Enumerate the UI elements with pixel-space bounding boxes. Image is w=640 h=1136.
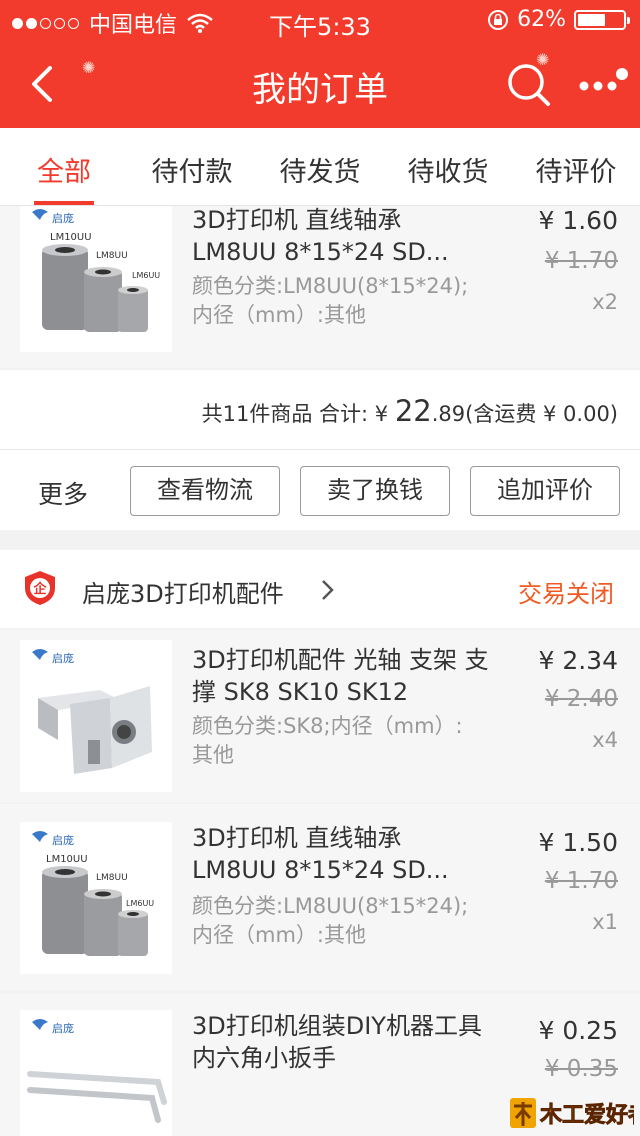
tab-pending-review[interactable]: 待评价 [512, 150, 640, 189]
product-quantity: x2 [592, 290, 618, 314]
product-sku: 颜色分类:SK8;内径（mm）:其他 [192, 714, 463, 767]
total-amount-dec: .89 [431, 402, 466, 426]
svg-text:启庞: 启庞 [52, 1021, 74, 1035]
product-title: 3D打印机配件 光轴 支架 支撑 SK8 SK10 SK12 [192, 646, 489, 706]
product-price: ¥ 2.34 [538, 646, 618, 675]
product-sku: 颜色分类:LM8UU(8*15*24);内径（mm）:其他 [192, 894, 469, 947]
shaft-support-image: 启庞 [20, 640, 172, 792]
tab-pending-shipment[interactable]: 待发货 [256, 150, 384, 189]
linear-bearing-image: 启庞 LM10UU LM8UU LM6UU [20, 206, 172, 352]
product-price: ¥ 1.50 [538, 828, 618, 857]
product-original-price: ¥ 0.35 [544, 1056, 618, 1082]
active-tab-indicator [34, 201, 94, 205]
svg-text:LM10UU: LM10UU [46, 854, 88, 865]
rotation-lock-icon [488, 9, 509, 30]
shipping-fee: (含运费 ¥ 0.00) [465, 402, 618, 426]
product-thumbnail: 启庞 [20, 640, 172, 792]
battery-fill [578, 13, 606, 26]
shop-header[interactable]: 企 启庞3D打印机配件 交易关闭 [0, 550, 640, 628]
nav-bar: ✺ 我的订单 ✺ [0, 40, 640, 128]
order-actions: 更多 查看物流 卖了换钱 追加评价 [0, 450, 640, 530]
product-thumbnail: 启庞 LM10UU LM8UU LM6UU [20, 822, 172, 974]
more-link[interactable]: 更多 [38, 475, 88, 511]
order-status: 交易关闭 [518, 580, 614, 608]
resell-button[interactable]: 卖了换钱 [300, 466, 450, 516]
watermark-icon: 木工爱好者 [510, 1098, 640, 1128]
svg-text:启庞: 启庞 [52, 211, 74, 225]
loading-spinner-icon: ✺ [536, 50, 550, 69]
product-title: 3D打印机 直线轴承 LM8UU 8*15*24 SD... [192, 824, 449, 884]
order-total: 共11件商品 合计: ¥ 22.89(含运费 ¥ 0.00) [202, 394, 618, 428]
more-dots-icon[interactable] [578, 66, 630, 102]
product-title: 3D打印机组装DIY机器工具 内六角小扳手 [192, 1012, 482, 1072]
total-amount-int: 22 [394, 394, 432, 428]
order-summary: 共11件商品 合计: ¥ 22.89(含运费 ¥ 0.00) [0, 370, 640, 450]
status-bar: 中国电信 下午5:33 62% [0, 0, 640, 41]
product-thumbnail: 启庞 LM10UU LM8UU LM6UU [20, 206, 172, 352]
svg-text:LM6UU: LM6UU [126, 899, 154, 908]
product-sku: 颜色分类:LM8UU(8*15*24);内径（mm）:其他 [192, 274, 469, 327]
product-title: 3D打印机 直线轴承 LM8UU 8*15*24 SD... [192, 206, 449, 266]
watermark-logo: 木工爱好者 [508, 1094, 640, 1132]
linear-bearing-image: 启庞 LM10UU LM8UU LM6UU [20, 822, 172, 974]
status-right: 62% [487, 7, 630, 32]
tab-pending-payment[interactable]: 待付款 [128, 150, 256, 189]
tab-pending-receipt[interactable]: 待收货 [384, 150, 512, 189]
svg-text:LM6UU: LM6UU [132, 271, 160, 280]
tab-all[interactable]: 全部 [0, 150, 128, 189]
product-original-price: ¥ 1.70 [544, 868, 618, 894]
hex-wrench-image: 启庞 [20, 1010, 172, 1136]
chevron-right-icon [322, 580, 334, 600]
svg-text:LM10UU: LM10UU [50, 232, 92, 243]
svg-text:启庞: 启庞 [52, 833, 74, 847]
svg-text:LM8UU: LM8UU [96, 251, 128, 261]
shop-badge-icon: 企 [25, 571, 55, 605]
view-logistics-button[interactable]: 查看物流 [130, 466, 280, 516]
product-price: ¥ 1.60 [538, 206, 618, 235]
product-row[interactable]: 启庞 LM10UU LM8UU LM6UU 3D打印机 直线轴承 LM8UU 8… [0, 804, 640, 990]
product-row[interactable]: 启庞 3D打印机配件 光轴 支架 支撑 SK8 SK10 SK12 颜色分类:S… [0, 630, 640, 802]
total-prefix: 共11件商品 合计: ¥ [201, 402, 395, 426]
product-quantity: x1 [592, 910, 618, 934]
product-row[interactable]: 启庞 LM10UU LM8UU LM6UU 3D打印机 直线轴承 LM8UU 8… [0, 206, 640, 368]
product-quantity: x4 [592, 728, 618, 752]
svg-text:木工爱好者: 木工爱好者 [539, 1102, 634, 1128]
order-tabs: 全部 待付款 待发货 待收货 待评价 [0, 128, 640, 206]
svg-text:企: 企 [32, 581, 47, 597]
battery-icon [574, 9, 630, 30]
product-original-price: ¥ 1.70 [544, 248, 618, 274]
product-thumbnail: 启庞 [20, 1010, 172, 1136]
product-price: ¥ 0.25 [538, 1016, 618, 1045]
add-review-button[interactable]: 追加评价 [470, 466, 620, 516]
battery-percent: 62% [517, 7, 566, 32]
product-original-price: ¥ 2.40 [544, 686, 618, 712]
svg-text:启庞: 启庞 [52, 651, 74, 665]
svg-text:LM8UU: LM8UU [96, 873, 128, 883]
shop-name[interactable]: 启庞3D打印机配件 [82, 574, 284, 609]
